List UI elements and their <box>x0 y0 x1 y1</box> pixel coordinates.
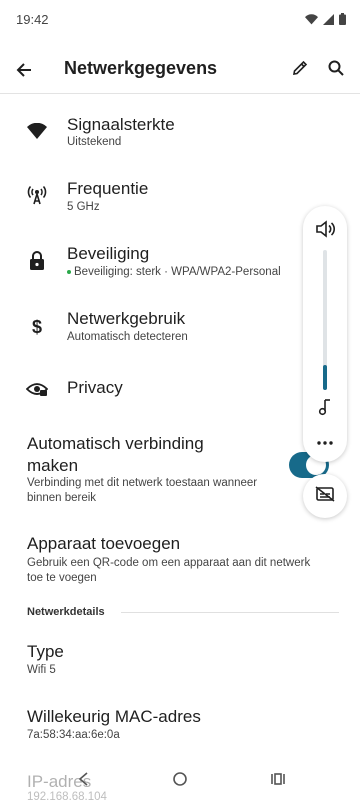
pencil-icon <box>291 59 309 82</box>
network-details-header: Netwerkdetails <box>27 606 105 618</box>
frequency-title: Frequentie <box>67 179 149 198</box>
battery-icon <box>339 12 346 30</box>
back-button[interactable] <box>10 56 38 84</box>
mac-address-title: Willekeurig MAC-adres <box>27 707 201 726</box>
nav-back-button[interactable] <box>72 770 94 792</box>
privacy-title: Privacy <box>67 378 123 397</box>
nav-recents-icon <box>270 771 286 792</box>
wifi-icon <box>26 120 48 142</box>
nav-home-button[interactable] <box>169 770 191 792</box>
add-device-row[interactable]: Apparaat toevoegen Gebruik een QR-code o… <box>0 532 360 588</box>
add-device-subtitle: Gebruik een QR-code om een apparaat aan … <box>27 557 311 584</box>
nav-recents-button[interactable] <box>267 770 289 792</box>
section-divider <box>121 612 339 613</box>
nav-home-icon <box>172 771 188 792</box>
volume-level-fill <box>323 365 327 390</box>
more-icon[interactable] <box>314 432 336 454</box>
volume-panel <box>303 206 347 462</box>
signal-strength-value: Uitstekend <box>67 136 122 148</box>
status-time: 19:42 <box>16 12 49 27</box>
security-status-dot <box>67 269 71 274</box>
captions-button[interactable] <box>303 474 347 518</box>
cell-signal-icon <box>323 12 334 30</box>
add-device-title: Apparaat toevoegen <box>27 534 181 553</box>
page-title: Netwerkgegevens <box>64 58 218 78</box>
network-usage-title: Netwerkgebruik <box>67 309 186 328</box>
mac-address-value: 7a:58:34:aa:6e:0a <box>27 729 120 741</box>
captions-off-icon <box>315 485 335 507</box>
security-title: Beveiliging <box>67 244 150 263</box>
frequency-icon <box>26 184 48 206</box>
privacy-eye-icon <box>26 378 48 400</box>
network-usage-value: Automatisch detecteren <box>67 331 188 343</box>
edit-button[interactable] <box>286 56 314 84</box>
status-bar: 19:42 <box>0 0 360 40</box>
mac-address-row[interactable]: Willekeurig MAC-adres 7a:58:34:aa:6e:0a <box>0 705 360 749</box>
auto-connect-subtitle: Verbinding met dit netwerk toestaan wann… <box>27 477 258 504</box>
wifi-status-icon <box>305 12 318 30</box>
app-bar-divider <box>0 93 360 94</box>
security-value-text: Beveiliging: sterk · WPA/WPA2-Personal <box>74 266 281 278</box>
search-button[interactable] <box>322 56 350 84</box>
status-icons <box>305 12 346 30</box>
type-row: Type Wifi 5 <box>0 640 360 684</box>
type-title: Type <box>27 642 64 661</box>
speaker-icon[interactable] <box>314 218 336 240</box>
type-value: Wifi 5 <box>27 664 56 676</box>
auto-connect-title: Automatisch verbinding maken <box>27 434 204 475</box>
signal-strength-title: Signaalsterkte <box>67 115 175 134</box>
navigation-bar <box>0 760 360 800</box>
dollar-icon: $ <box>31 316 42 337</box>
music-note-icon[interactable] <box>314 396 336 418</box>
signal-strength-row[interactable]: Signaalsterkte Uitstekend <box>0 104 360 162</box>
nav-back-icon <box>77 771 89 792</box>
security-value: Beveiliging: sterk · WPA/WPA2-Personal <box>67 266 281 278</box>
frequency-value: 5 GHz <box>67 201 100 213</box>
app-bar: Netwerkgegevens <box>0 46 360 94</box>
search-icon <box>327 59 345 82</box>
lock-icon <box>26 250 48 272</box>
